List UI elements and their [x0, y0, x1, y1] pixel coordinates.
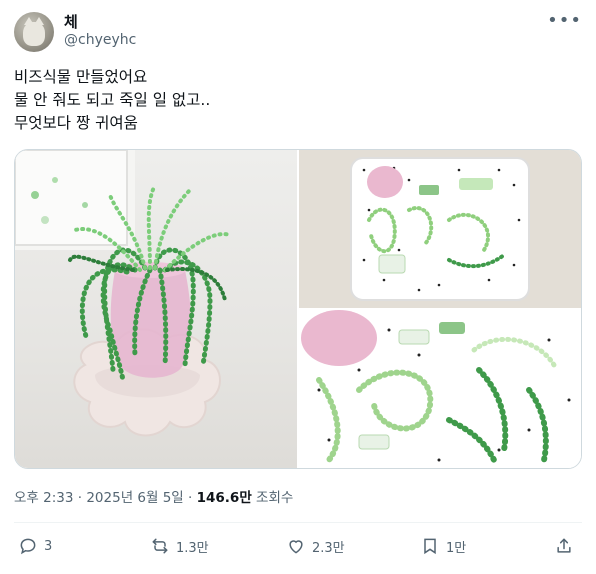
reply-count: 3	[44, 538, 53, 554]
bookmark-button[interactable]: 1만	[420, 536, 466, 556]
post-line: 물 안 줘도 되고 죽일 일 없고..	[14, 91, 211, 109]
heart-icon	[289, 540, 303, 554]
like-button[interactable]: 2.3만	[286, 536, 345, 556]
author-name[interactable]: 체	[64, 11, 78, 32]
divider	[14, 522, 582, 523]
repost-count: 1.3만	[176, 540, 209, 556]
post-time[interactable]: 오후 2:33	[14, 490, 73, 506]
tray-photo[interactable]	[299, 150, 581, 308]
repost-button[interactable]: 1.3만	[150, 536, 209, 556]
beads-closeup-photo[interactable]	[299, 310, 581, 468]
views-label: 조회수	[256, 490, 294, 506]
plant-photo[interactable]	[15, 150, 297, 468]
post-meta: 오후 2:33 · 2025년 6월 5일 · 146.6만 조회수	[14, 486, 293, 506]
post-line: 비즈식물 만들었어요	[14, 68, 148, 86]
media-grid	[14, 149, 582, 469]
repost-icon	[152, 538, 168, 554]
action-bar: 3 1.3만 2.3만 1만	[14, 536, 582, 558]
post-text: 비즈식물 만들었어요 물 안 줘도 되고 죽일 일 없고.. 무엇보다 짱 귀여…	[14, 66, 574, 135]
bookmark-count: 1만	[446, 540, 467, 556]
reply-button[interactable]: 3	[18, 536, 52, 556]
like-count: 2.3만	[312, 540, 345, 556]
avatar[interactable]	[14, 12, 54, 52]
post-line: 무엇보다 짱 귀여움	[14, 114, 138, 132]
author-handle[interactable]: @chyeyhc	[64, 32, 136, 48]
more-options-icon[interactable]: •••	[547, 10, 582, 31]
share-button[interactable]	[554, 536, 574, 556]
meta-separator: ·	[77, 490, 83, 506]
bookmark-icon	[424, 538, 436, 555]
post-date[interactable]: 2025년 6월 5일	[86, 490, 183, 506]
reply-icon	[20, 538, 36, 555]
meta-separator: ·	[188, 490, 193, 506]
views-count: 146.6만	[196, 490, 252, 506]
share-icon	[557, 538, 571, 553]
